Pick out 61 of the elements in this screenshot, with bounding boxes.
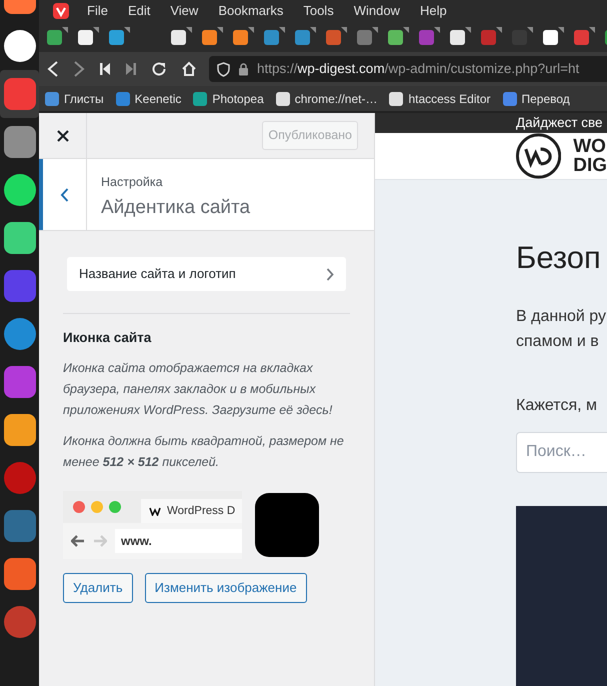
arrow-left-icon — [71, 535, 85, 548]
app-icon[interactable] — [4, 222, 36, 254]
logo-icon — [516, 133, 562, 180]
bookmark-link[interactable]: Keenetic — [134, 90, 182, 108]
menu-item[interactable]: Window — [354, 1, 400, 21]
menu-item[interactable]: Bookmarks — [218, 1, 284, 21]
bookmark-link[interactable]: Перевод — [522, 90, 570, 108]
page-heading: Безоп — [516, 239, 602, 278]
requirement-text: Иконка должна быть квадратной, размером не менее 512 × 512 пикселей. — [63, 433, 345, 472]
logo-mark-icon — [149, 506, 163, 516]
back-icon[interactable] — [47, 61, 59, 77]
tab-icon[interactable] — [450, 30, 465, 44]
menu-item[interactable]: File — [87, 1, 108, 21]
paragraph-text: В данной ру спамом и в — [516, 306, 607, 352]
bookmark-link[interactable]: chrome://net-… — [294, 90, 378, 108]
bookmark-link[interactable]: Photopea — [212, 90, 264, 108]
admin-bar: Дайджест све — [375, 113, 607, 134]
browser-logo-icon[interactable] — [53, 3, 69, 19]
tab-icon[interactable] — [78, 30, 93, 44]
action-button[interactable]: Изменить изображение — [144, 573, 307, 604]
section-link[interactable]: Название сайта и логотип — [67, 257, 346, 291]
home-icon[interactable] — [181, 61, 197, 77]
breadcrumb-text: Настройка — [101, 174, 164, 191]
description-text: Иконка сайта отображается на вкладках браузера, панелях закладок и в мобильных приложениях WordPress. Загрузите её здесь! — [63, 360, 334, 420]
action-button[interactable]: Удалить — [63, 573, 133, 604]
tab-icon[interactable] — [543, 30, 558, 44]
bookmark-link[interactable]: htaccess Editor — [408, 90, 490, 108]
section-heading: Иконка сайта — [63, 329, 152, 347]
close-icon — [56, 130, 68, 142]
arrow-right-icon — [93, 535, 107, 548]
menu-item[interactable]: Tools — [303, 1, 334, 21]
bookmark-icon[interactable] — [193, 92, 208, 106]
site-icon-image — [255, 493, 319, 558]
notice-text: Кажется, м — [516, 396, 598, 416]
menu-item[interactable]: View — [170, 1, 198, 21]
bookmark-link[interactable]: Глисты — [64, 90, 104, 108]
bookmark-icon[interactable] — [389, 92, 404, 106]
logo-text: WO DIG — [573, 137, 607, 176]
chevron-right-icon — [326, 268, 334, 280]
app-icon[interactable] — [4, 414, 36, 446]
shield-icon — [217, 62, 230, 76]
forward-icon[interactable] — [73, 61, 85, 77]
panel-title: Айдентика сайта — [101, 196, 250, 220]
back-button[interactable] — [39, 159, 87, 230]
chevron-left-icon — [60, 188, 69, 202]
address-text: https://wp-digest.com/wp-admin/customize.php?url=ht — [257, 60, 580, 78]
fast-forward-icon[interactable] — [125, 62, 137, 76]
bookmark-icon[interactable] — [276, 92, 290, 106]
rewind-icon[interactable] — [99, 62, 111, 76]
menu-item[interactable]: Help — [420, 1, 447, 21]
tab-icon[interactable] — [171, 30, 186, 44]
app-icon[interactable] — [4, 174, 36, 206]
tab-icon[interactable] — [388, 30, 403, 44]
lock-icon — [238, 62, 249, 76]
menu-item[interactable]: Edit — [128, 1, 150, 21]
browser-preview-drawing: WordPress D www. — [63, 491, 242, 560]
window-buttons-icon — [73, 501, 121, 514]
app-icon[interactable] — [4, 30, 36, 62]
reload-icon[interactable] — [151, 61, 167, 77]
address-field[interactable]: https://wp-digest.com/wp-admin/customize.php?url=ht — [209, 56, 607, 82]
search-field[interactable]: Поиск… — [516, 432, 607, 473]
